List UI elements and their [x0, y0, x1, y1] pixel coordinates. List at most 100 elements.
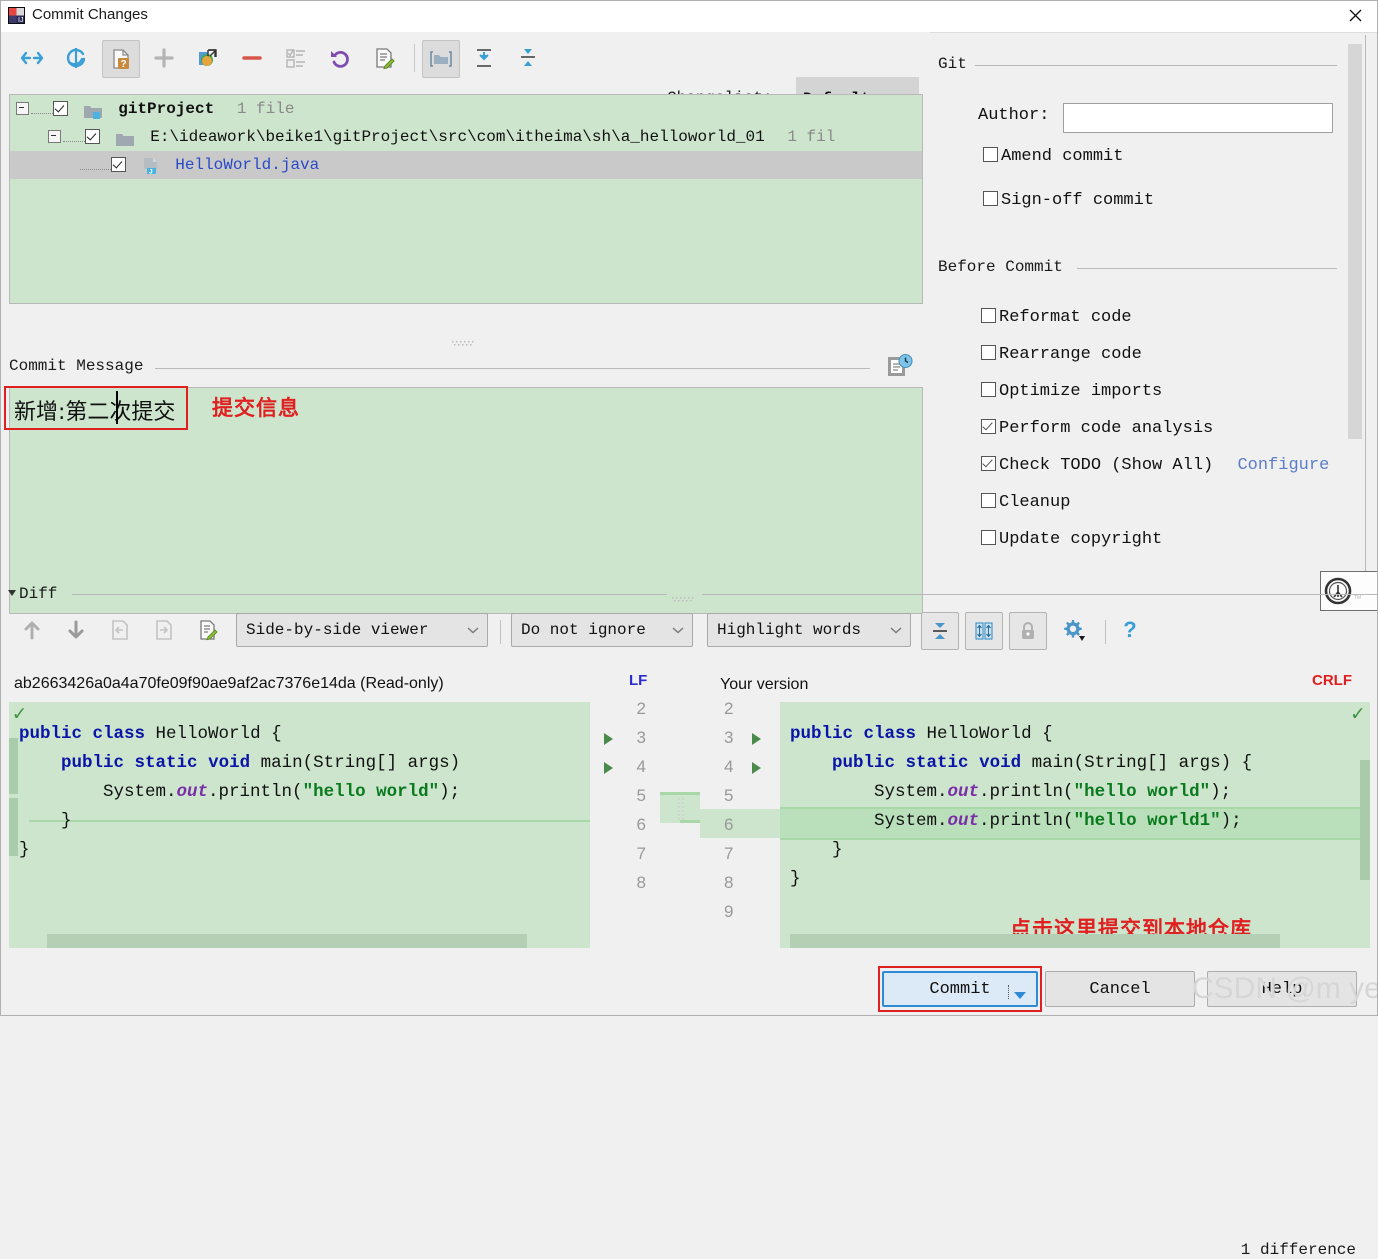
table-row[interactable]: J HelloWorld.java [10, 151, 922, 179]
perform-code-analysis-checkbox[interactable]: Perform code analysis [981, 419, 1213, 438]
collapse-all-icon[interactable] [510, 40, 546, 76]
optimize-imports-checkbox[interactable]: Optimize imports [981, 382, 1162, 401]
accept-right-icon[interactable] [146, 612, 182, 648]
fold-marker-icon[interactable] [752, 733, 761, 745]
optimize-imports-label: Optimize imports [999, 382, 1162, 401]
svg-text:TM: TM [1354, 595, 1361, 601]
diff-left-editor[interactable]: ✓ public class HelloWorld { public stati… [9, 702, 590, 948]
accept-left-icon[interactable] [102, 612, 138, 648]
tree-meta: 1 file [237, 100, 295, 118]
remove-icon[interactable] [234, 40, 270, 76]
edit-source-icon[interactable] [190, 612, 226, 648]
update-copyright-checkbox[interactable]: Update copyright [981, 530, 1162, 549]
signoff-commit-checkbox[interactable]: Sign-off commit [983, 191, 1154, 210]
ignore-whitespace-dropdown[interactable]: Do not ignore [511, 613, 693, 647]
diff-left-header: ab2663426a0a4a70fe09f90ae9af2ac7376e14da… [14, 675, 444, 693]
diff-section-toggle[interactable]: Diff [9, 585, 57, 603]
checkbox-icon [981, 382, 996, 397]
tree-label: gitProject [118, 100, 214, 118]
expand-all-icon[interactable] [466, 40, 502, 76]
line-number: 2 [637, 699, 646, 719]
help-button[interactable]: Help [1207, 971, 1357, 1007]
line-number: 7 [724, 844, 733, 864]
fold-marker-icon[interactable] [752, 762, 761, 774]
previous-difference-icon[interactable] [14, 612, 50, 648]
signoff-commit-label: Sign-off commit [1001, 191, 1154, 210]
rearrange-code-checkbox[interactable]: Rearrange code [981, 345, 1142, 364]
close-icon[interactable] [1332, 0, 1378, 31]
lock-icon[interactable] [1009, 612, 1047, 650]
tree-meta: 1 fil [787, 128, 835, 146]
rollback-icon[interactable] [322, 40, 358, 76]
code-line: public class HelloWorld { [790, 724, 1053, 744]
right-line-separator[interactable]: CRLF [1312, 672, 1352, 689]
reformat-code-checkbox[interactable]: Reformat code [981, 308, 1132, 327]
amend-commit-label: Amend commit [1001, 147, 1123, 166]
check-todo-checkbox[interactable]: Check TODO (Show All) Configure [981, 456, 1329, 475]
table-row[interactable]: gitProject 1 file [10, 95, 922, 123]
viewer-mode-dropdown[interactable]: Side-by-side viewer [236, 613, 488, 647]
left-line-separator[interactable]: LF [629, 672, 647, 689]
unversioned-files-icon[interactable]: ? [102, 40, 140, 78]
cleanup-checkbox[interactable]: Cleanup [981, 493, 1070, 512]
synchronize-scrolling-icon[interactable] [965, 612, 1003, 650]
cancel-button[interactable]: Cancel [1045, 971, 1195, 1007]
highlight-mode-dropdown[interactable]: Highlight words [707, 613, 911, 647]
fold-marker-icon[interactable] [604, 762, 613, 774]
reformat-code-label: Reformat code [999, 308, 1132, 327]
tree-toggle-icon[interactable] [48, 130, 61, 143]
settings-gear-icon[interactable] [1055, 612, 1091, 648]
commit-split-arrow-icon[interactable] [1013, 987, 1027, 1006]
section-divider [702, 594, 1378, 595]
checkbox-icon [981, 419, 996, 434]
changed-files-tree[interactable]: gitProject 1 file E:\ideawork\beike1\git… [9, 94, 923, 304]
fold-marker-icon[interactable] [604, 733, 613, 745]
checkbox-icon [981, 493, 996, 508]
edit-source-icon[interactable] [366, 40, 402, 76]
commit-button-label: Commit [929, 980, 990, 999]
horizontal-scrollbar[interactable] [47, 934, 527, 948]
author-field[interactable] [1063, 103, 1333, 133]
commit-message-input[interactable]: 新增:第二次提交 [9, 387, 923, 614]
row-checkbox[interactable] [53, 101, 68, 116]
tree-toggle-icon[interactable] [16, 102, 29, 115]
checkbox-icon [981, 456, 996, 471]
diff-right-editor[interactable]: ✓ public class HelloWorld { public stati… [780, 702, 1370, 948]
code-line: System.out.println("hello world"); [790, 782, 1231, 802]
git-panel-scrollbar[interactable] [1348, 44, 1362, 439]
diff-splitter-handle[interactable] [672, 591, 698, 599]
help-question-icon[interactable]: ? [1112, 612, 1148, 648]
horizontal-scrollbar[interactable] [790, 934, 1280, 948]
table-row[interactable]: E:\ideawork\beike1\gitProject\src\com\it… [10, 123, 922, 151]
code-line: } [790, 840, 843, 860]
line-number: 8 [637, 873, 646, 893]
show-diff-icon[interactable] [14, 40, 50, 76]
move-to-changelist-icon[interactable] [190, 40, 226, 76]
collapse-unchanged-icon[interactable] [921, 612, 959, 650]
perform-code-analysis-label: Perform code analysis [999, 419, 1213, 438]
amend-commit-checkbox[interactable]: Amend commit [983, 147, 1123, 166]
group-by-directory-icon[interactable] [422, 40, 460, 78]
diff-section-label: Diff [19, 585, 57, 603]
commit-message-history-icon[interactable] [884, 352, 914, 382]
next-difference-icon[interactable] [58, 612, 94, 648]
diff-vertical-scrollbar[interactable] [1360, 760, 1370, 880]
svg-text:J: J [149, 169, 153, 175]
add-icon[interactable] [146, 40, 182, 76]
splitter-handle[interactable] [452, 335, 478, 343]
diff-toolbar: Side-by-side viewer Do not ignore Highli… [0, 608, 1378, 652]
configure-link[interactable]: Configure [1237, 456, 1329, 475]
group-by-icon[interactable] [278, 40, 314, 76]
code-line: public static void main(String[] args) [19, 753, 460, 773]
row-checkbox[interactable] [111, 157, 126, 172]
line-number: 2 [724, 699, 733, 719]
diff-change-handle[interactable] [676, 798, 686, 828]
tree-label: HelloWorld.java [175, 156, 319, 174]
line-number: 6 [637, 815, 646, 835]
diff-right-header: Your version [720, 676, 808, 694]
code-line: } [19, 811, 72, 831]
title-bar: IJ Commit Changes [0, 0, 1378, 33]
row-checkbox[interactable] [85, 129, 100, 144]
refresh-icon[interactable] [58, 40, 94, 76]
commit-button[interactable]: Commit [882, 971, 1038, 1007]
